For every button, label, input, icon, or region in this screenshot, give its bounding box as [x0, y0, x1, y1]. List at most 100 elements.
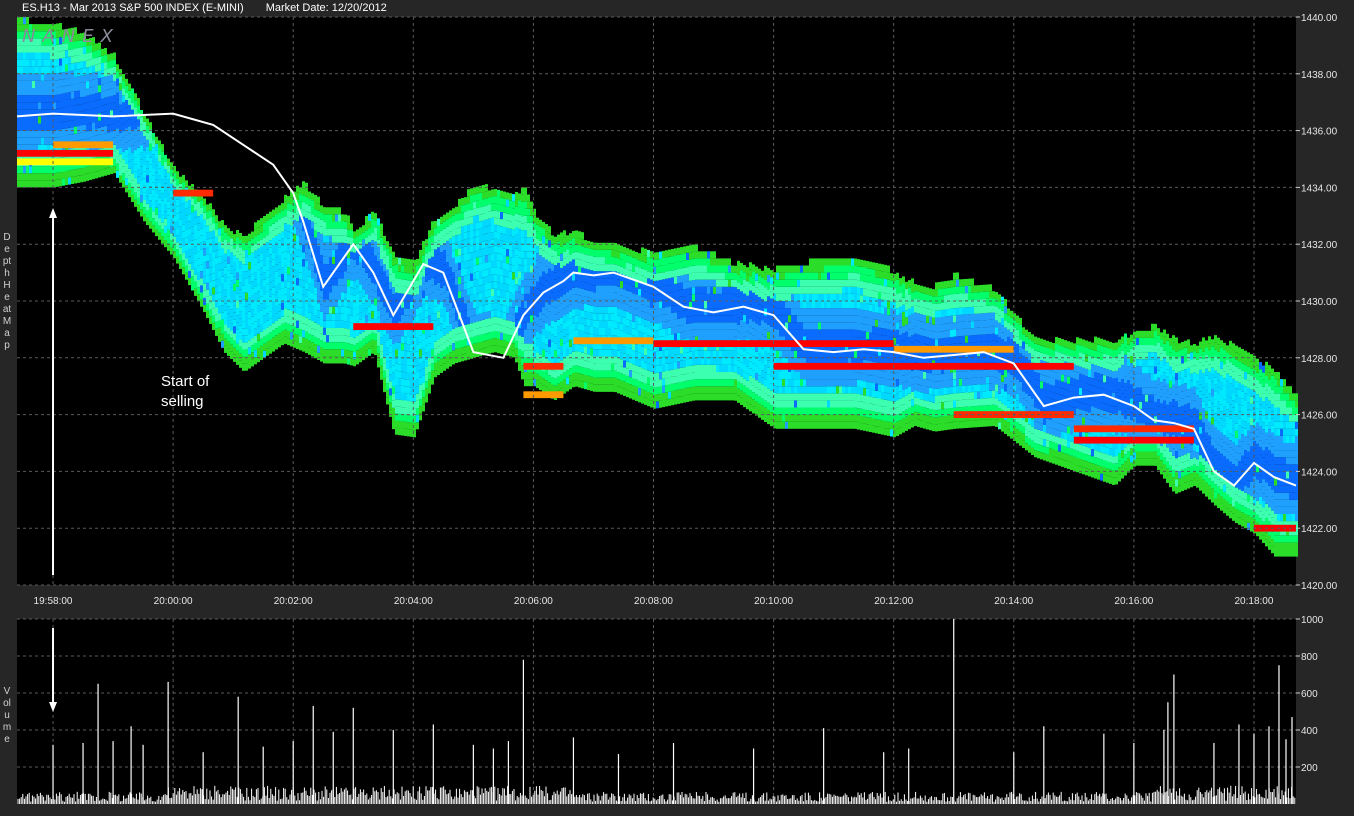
heat-cell [368, 242, 371, 250]
heat-cell [389, 253, 392, 261]
heat-cell [488, 303, 491, 312]
heat-cell [128, 168, 131, 176]
heat-cell [95, 57, 98, 65]
heat-cell [581, 345, 584, 353]
heat-cell [326, 306, 329, 314]
heat-cell [728, 315, 731, 323]
heat-cell [41, 130, 44, 138]
heat-cell [635, 315, 638, 323]
heat-cell [371, 240, 374, 248]
heat-cell [668, 356, 671, 364]
heat-cell [467, 352, 470, 360]
heat-cell [632, 250, 635, 258]
heat-cell [620, 323, 623, 331]
heat-cell [263, 315, 266, 323]
heat-cell [254, 264, 257, 273]
heat-cell [521, 287, 524, 295]
heat-cell [86, 88, 89, 96]
heat-cell [86, 95, 89, 103]
heat-cell [536, 352, 539, 360]
heat-cell [626, 248, 629, 256]
heat-cell [200, 257, 203, 265]
heat-cell [566, 242, 569, 250]
heat-cell [491, 310, 494, 318]
heat-cell [635, 379, 638, 387]
heat-cell [596, 299, 599, 307]
heat-cell [722, 286, 725, 294]
heat-cell [494, 302, 497, 310]
heat-cell [437, 218, 440, 226]
heat-cell [71, 169, 74, 177]
heat-cell [371, 332, 374, 340]
heat-cell [698, 293, 701, 301]
heat-cell [107, 54, 110, 62]
heat-cell [203, 233, 206, 242]
heat-cell [500, 275, 503, 284]
heat-cell [131, 173, 134, 181]
heat-cell [515, 262, 518, 271]
heat-cell [389, 274, 392, 282]
heat-cell [134, 93, 137, 101]
heat-cell [494, 288, 497, 296]
heat-cell [656, 252, 659, 260]
heat-cell [407, 422, 410, 430]
heat-cell [17, 180, 20, 188]
heat-cell [386, 376, 389, 384]
heat-cell [296, 334, 299, 342]
heat-cell [668, 370, 671, 378]
heat-cell [140, 152, 143, 160]
heat-cell [626, 312, 629, 320]
heat-cell [488, 261, 491, 269]
heat-cell [32, 73, 35, 81]
heat-cell [119, 118, 122, 126]
heat-cell [233, 312, 236, 320]
heat-cell [590, 362, 593, 370]
heat-cell [479, 299, 482, 307]
heat-cell [347, 258, 350, 266]
heat-cell [92, 164, 95, 173]
heat-cell [566, 263, 569, 271]
heat-cell [281, 309, 284, 317]
heat-cell [425, 295, 428, 304]
heat-cell [620, 330, 623, 338]
heat-cell [314, 315, 317, 323]
heat-cell [617, 286, 620, 294]
heat-cell [428, 251, 431, 259]
heat-cell [509, 193, 512, 201]
heat-cell [617, 322, 620, 330]
heat-cell [95, 71, 98, 79]
heat-cell [572, 287, 575, 295]
heat-cell [527, 315, 530, 323]
heat-cell [677, 247, 680, 255]
heat-cell [554, 321, 557, 329]
heat-cell [56, 172, 59, 180]
heat-cell [659, 272, 662, 280]
heat-cell [371, 247, 374, 255]
heat-cell [692, 393, 695, 401]
heat-cell [530, 230, 533, 238]
heat-cell [641, 375, 644, 383]
heat-cell [689, 316, 692, 324]
heat-cell [491, 324, 494, 332]
heat-cell [227, 249, 230, 257]
heat-cell [530, 215, 533, 223]
heat-cell [473, 322, 476, 330]
heat-cell [494, 345, 497, 353]
heat-cell [92, 86, 95, 94]
heat-cell [599, 320, 602, 328]
heat-cell [551, 356, 554, 364]
heat-cell [707, 315, 710, 323]
heat-cell [683, 360, 686, 368]
heat-cell [263, 215, 266, 224]
heat-cell [407, 393, 410, 401]
heat-cell [218, 313, 221, 321]
heat-cell [317, 210, 320, 218]
heat-cell [62, 57, 65, 66]
heat-cell [251, 323, 254, 331]
heat-cell [506, 263, 509, 271]
heat-cell [44, 173, 47, 181]
heat-cell [299, 258, 302, 266]
heat-cell [575, 237, 578, 245]
heat-cell [77, 69, 80, 77]
heat-cell [416, 386, 419, 394]
